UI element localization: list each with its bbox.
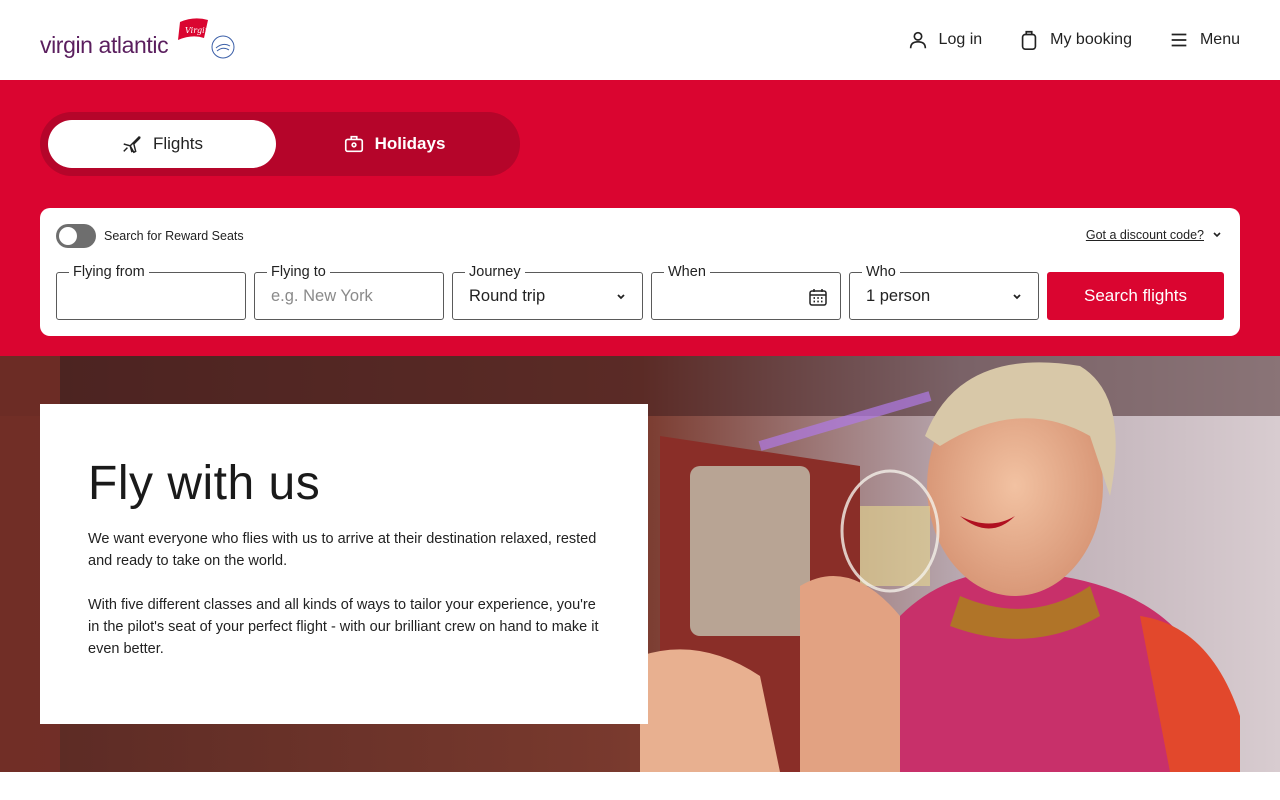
calendar-icon[interactable]: [808, 287, 828, 307]
discount-code-label: Got a discount code?: [1085, 228, 1204, 242]
journey-value: Round trip: [469, 287, 546, 305]
flying-to-placeholder: e.g. New York: [271, 287, 373, 305]
when-label: When: [664, 264, 710, 280]
logo-wordmark: virgin atlantic: [40, 32, 169, 58]
menu-button[interactable]: Menu: [1168, 29, 1240, 51]
flying-to-label: Flying to: [267, 264, 330, 280]
tab-flights[interactable]: Flights: [48, 120, 276, 168]
menu-label: Menu: [1199, 31, 1240, 48]
discount-code-link[interactable]: Got a discount code?: [1086, 228, 1222, 242]
flight-search-form: Search for Reward Seats Got a discount c…: [40, 208, 1240, 336]
tab-holidays[interactable]: Holidays: [276, 120, 512, 168]
tab-holidays-label: Holidays: [374, 134, 446, 153]
svg-text:Virgin: Virgin: [185, 26, 210, 35]
flying-to-field[interactable]: Flying to e.g. New York: [254, 264, 444, 320]
when-date-field[interactable]: When: [651, 264, 841, 320]
skyteam-seal-icon: [211, 35, 235, 59]
site-header: virgin atlantic Virgin Log in My booking: [0, 0, 1280, 80]
who-value: 1 person: [866, 287, 931, 305]
logo-flag-icon: Virgin: [178, 18, 210, 40]
hero-paragraph-2: With five different classes and all kind…: [88, 597, 599, 657]
who-select[interactable]: Who 1 person: [849, 264, 1039, 320]
search-band: Flights Holidays Search for Reward Seats…: [0, 80, 1280, 356]
hero-section: Fly with us We want everyone who flies w…: [0, 356, 1280, 772]
mode-toggle: Flights Holidays: [40, 112, 520, 176]
suitcase-icon: [344, 135, 363, 153]
flying-from-field[interactable]: Flying from: [56, 264, 246, 320]
flying-from-label: Flying from: [69, 264, 149, 280]
login-link[interactable]: Log in: [907, 29, 983, 51]
chevron-down-icon: [617, 294, 625, 300]
reward-seats-switch[interactable]: [56, 224, 96, 248]
reward-seats-toggle-row: Search for Reward Seats: [56, 224, 244, 248]
menu-icon: [1171, 33, 1187, 47]
virgin-atlantic-logo[interactable]: virgin atlantic Virgin: [40, 18, 240, 64]
chevron-down-icon: [1213, 232, 1221, 238]
my-booking-label: My booking: [1050, 31, 1132, 48]
journey-label: Journey: [465, 264, 525, 280]
plane-icon: [123, 136, 141, 154]
who-label: Who: [862, 264, 900, 280]
hero-title: Fly with us: [88, 457, 321, 510]
hero-card: Fly with us We want everyone who flies w…: [40, 404, 648, 724]
my-booking-link[interactable]: My booking: [1018, 29, 1132, 51]
chevron-down-icon: [1013, 294, 1021, 300]
search-flights-button[interactable]: Search flights: [1047, 272, 1224, 320]
tab-flights-label: Flights: [152, 134, 204, 153]
header-nav: Log in My booking Menu: [907, 0, 1240, 80]
hero-paragraph-1: We want everyone who flies with us to ar…: [88, 531, 597, 569]
user-icon: [909, 31, 926, 49]
login-label: Log in: [938, 31, 983, 48]
journey-select[interactable]: Journey Round trip: [452, 264, 643, 320]
bag-icon: [1021, 30, 1037, 50]
reward-seats-label: Search for Reward Seats: [104, 229, 244, 243]
